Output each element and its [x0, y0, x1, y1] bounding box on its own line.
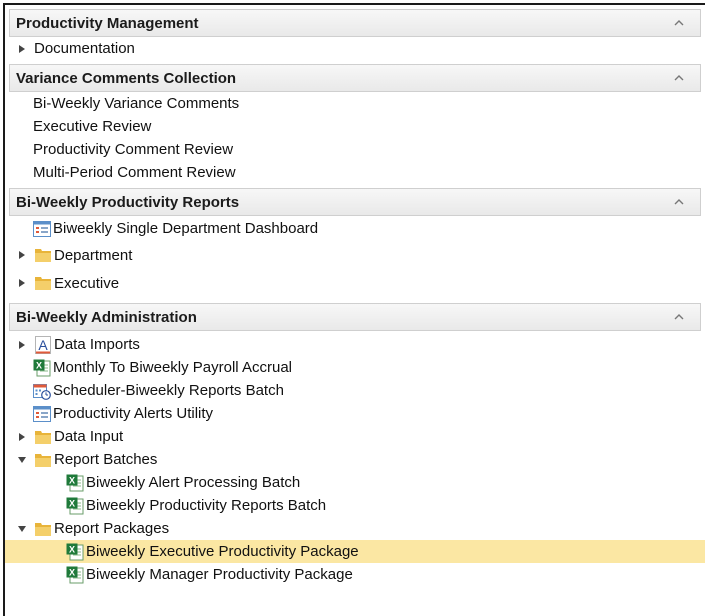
- tree-item-label: Data Imports: [54, 336, 140, 353]
- folder-icon: [33, 273, 53, 293]
- section-header[interactable]: Bi-Weekly Productivity Reports: [9, 188, 701, 216]
- tree-item-single-department-dashboard[interactable]: Biweekly Single Department Dashboard: [5, 216, 705, 241]
- tree-item-productivity-reports-batch[interactable]: X Biweekly Productivity Reports Batch: [5, 494, 705, 517]
- tree-item-alerts-utility[interactable]: Productivity Alerts Utility: [5, 402, 705, 425]
- tree-item-label: Biweekly Productivity Reports Batch: [86, 497, 327, 514]
- expand-arrow-icon[interactable]: [14, 429, 30, 445]
- folder-icon: [33, 245, 53, 265]
- tree-item-label: Department: [54, 246, 133, 264]
- section-header[interactable]: Variance Comments Collection: [9, 64, 701, 92]
- tree-item-manager-productivity-package[interactable]: X Biweekly Manager Productivity Package: [5, 563, 705, 586]
- section-variance-comments: Variance Comments Collection Bi-Weekly V…: [5, 64, 705, 184]
- svg-text:X: X: [69, 544, 75, 554]
- chevron-up-icon[interactable]: [672, 17, 686, 29]
- collapse-arrow-icon[interactable]: [14, 452, 30, 468]
- folder-icon: [33, 519, 53, 539]
- folder-icon: [33, 450, 53, 470]
- excel-icon: X: [65, 565, 85, 585]
- excel-icon: X: [32, 358, 52, 378]
- dashboard-icon: [32, 219, 52, 239]
- tree-item-payroll-accrual[interactable]: X Monthly To Biweekly Payroll Accrual: [5, 356, 705, 379]
- section-header[interactable]: Productivity Management: [9, 9, 701, 37]
- chevron-up-icon[interactable]: [672, 311, 686, 323]
- svg-text:X: X: [36, 360, 42, 370]
- navigation-panel: Productivity Management Documentation Va…: [3, 3, 705, 616]
- tree-item-department[interactable]: Department: [5, 241, 705, 269]
- folder-icon: [33, 427, 53, 447]
- tree-item-data-input[interactable]: Data Input: [5, 425, 705, 448]
- excel-icon: X: [65, 496, 85, 516]
- section-header[interactable]: Bi-Weekly Administration: [9, 303, 701, 331]
- tree-item-label: Report Packages: [54, 520, 170, 537]
- link-productivity-comment-review[interactable]: Productivity Comment Review: [5, 138, 705, 161]
- link-multi-period-comment-review[interactable]: Multi-Period Comment Review: [5, 161, 705, 184]
- tree-item-label: Scheduler-Biweekly Reports Batch: [53, 382, 284, 399]
- dashboard-icon: [32, 404, 52, 424]
- tree-item-label: Biweekly Executive Productivity Package: [86, 543, 359, 560]
- chevron-up-icon[interactable]: [672, 196, 686, 208]
- expand-arrow-icon[interactable]: [14, 41, 30, 57]
- expand-arrow-icon[interactable]: [14, 337, 30, 353]
- section-bi-weekly-administration: Bi-Weekly Administration A Data Imports …: [5, 303, 705, 586]
- svg-text:X: X: [69, 567, 75, 577]
- tree-item-label: Biweekly Manager Productivity Package: [86, 566, 353, 583]
- tree-item-data-imports[interactable]: A Data Imports: [5, 333, 705, 356]
- section-productivity-management: Productivity Management Documentation: [5, 9, 705, 60]
- tree-item-executive[interactable]: Executive: [5, 269, 705, 297]
- tree-item-alert-processing-batch[interactable]: X Biweekly Alert Processing Batch: [5, 471, 705, 494]
- tree-item-label: Executive: [54, 274, 120, 292]
- link-bi-weekly-variance-comments[interactable]: Bi-Weekly Variance Comments: [5, 92, 705, 115]
- link-executive-review[interactable]: Executive Review: [5, 115, 705, 138]
- tree-item-documentation[interactable]: Documentation: [5, 37, 705, 60]
- tree-item-report-batches[interactable]: Report Batches: [5, 448, 705, 471]
- svg-text:X: X: [69, 498, 75, 508]
- chevron-up-icon[interactable]: [672, 72, 686, 84]
- tree-item-label: Biweekly Single Department Dashboard: [53, 220, 319, 237]
- tree-item-label: Report Batches: [54, 451, 158, 468]
- tree-item-executive-productivity-package[interactable]: X Biweekly Executive Productivity Packag…: [5, 540, 705, 563]
- tree-item-label: Productivity Alerts Utility: [53, 405, 214, 422]
- svg-text:A: A: [38, 337, 48, 353]
- section-title: Bi-Weekly Administration: [16, 308, 197, 326]
- tree-item-label: Monthly To Biweekly Payroll Accrual: [53, 359, 292, 376]
- expand-arrow-icon[interactable]: [14, 275, 30, 291]
- section-title: Bi-Weekly Productivity Reports: [16, 193, 240, 211]
- link-label: Executive Review: [33, 118, 152, 135]
- excel-icon: X: [65, 542, 85, 562]
- section-bi-weekly-reports: Bi-Weekly Productivity Reports Biweekly …: [5, 188, 705, 297]
- tree-item-label: Documentation: [34, 40, 135, 57]
- scheduler-icon: [32, 381, 52, 401]
- section-title: Variance Comments Collection: [16, 69, 237, 87]
- collapse-arrow-icon[interactable]: [14, 521, 30, 537]
- section-title: Productivity Management: [16, 14, 199, 32]
- tree-item-report-packages[interactable]: Report Packages: [5, 517, 705, 540]
- import-icon: A: [33, 335, 53, 355]
- link-label: Productivity Comment Review: [33, 141, 234, 158]
- link-label: Multi-Period Comment Review: [33, 164, 236, 181]
- svg-text:X: X: [69, 475, 75, 485]
- tree-item-label: Data Input: [54, 428, 124, 445]
- tree-item-label: Biweekly Alert Processing Batch: [86, 474, 301, 491]
- expand-arrow-icon[interactable]: [14, 247, 30, 263]
- tree-item-scheduler-batch[interactable]: Scheduler-Biweekly Reports Batch: [5, 379, 705, 402]
- excel-icon: X: [65, 473, 85, 493]
- link-label: Bi-Weekly Variance Comments: [33, 95, 240, 112]
